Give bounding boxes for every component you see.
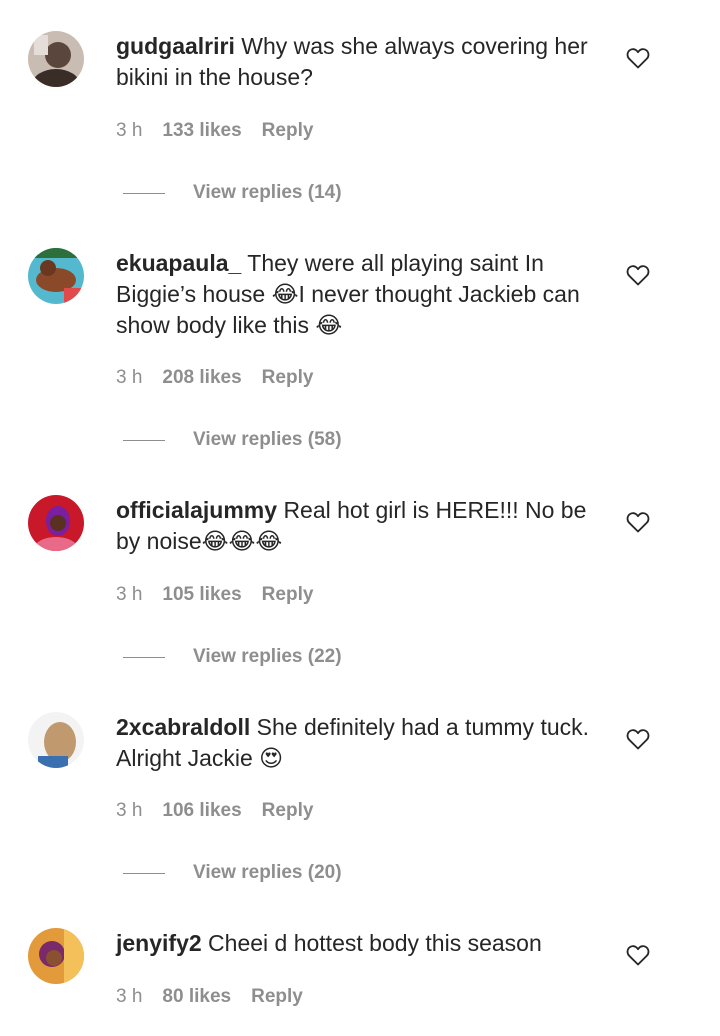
like-heart-icon[interactable] [626, 47, 650, 69]
replies-divider [123, 656, 165, 658]
comment-time: 3 h [116, 367, 143, 388]
view-replies-label: View replies (14) [193, 182, 342, 203]
comment-username[interactable]: gudgaalriri [116, 33, 235, 59]
view-replies-button[interactable]: View replies (22) [123, 645, 342, 669]
comment-likes[interactable]: 133 likes [162, 119, 241, 143]
comment-time: 3 h [116, 800, 143, 821]
comment-time: 3 h [116, 584, 143, 605]
comment-meta: 3 h 106 likes Reply [116, 799, 313, 823]
view-replies-button[interactable]: View replies (58) [123, 428, 342, 452]
comment-body: officialajummy Real hot girl is HERE!!! … [116, 495, 606, 557]
reply-button[interactable]: Reply [262, 366, 314, 390]
view-replies-button[interactable]: View replies (14) [123, 181, 342, 205]
comment-meta: 3 h 80 likes Reply [116, 985, 303, 1009]
like-heart-icon[interactable] [626, 944, 650, 966]
comment-meta: 3 h 208 likes Reply [116, 366, 313, 390]
comment-time: 3 h [116, 986, 143, 1007]
reply-button[interactable]: Reply [251, 985, 303, 1009]
comment-text: Cheei d hottest body this season [208, 930, 542, 956]
avatar[interactable] [28, 928, 84, 984]
reply-button[interactable]: Reply [262, 119, 314, 143]
replies-divider [123, 872, 165, 874]
like-heart-icon[interactable] [626, 511, 650, 533]
like-heart-icon[interactable] [626, 728, 650, 750]
comment-username[interactable]: 2xcabraldoll [116, 714, 250, 740]
comment-username[interactable]: jenyify2 [116, 930, 202, 956]
comment-username[interactable]: ekuapaula_ [116, 250, 241, 276]
comment-body: 2xcabraldoll She definitely had a tummy … [116, 712, 606, 774]
comment-username[interactable]: officialajummy [116, 497, 277, 523]
view-replies-button[interactable]: View replies (20) [123, 861, 342, 885]
comment-body: jenyify2 Cheei d hottest body this seaso… [116, 928, 606, 959]
like-heart-icon[interactable] [626, 264, 650, 286]
view-replies-label: View replies (22) [193, 646, 342, 667]
comment-body: gudgaalriri Why was she always covering … [116, 31, 606, 93]
replies-divider [123, 192, 165, 194]
comment-likes[interactable]: 208 likes [162, 366, 241, 390]
comment-time: 3 h [116, 120, 143, 141]
replies-divider [123, 439, 165, 441]
avatar[interactable] [28, 248, 84, 304]
view-replies-label: View replies (58) [193, 429, 342, 450]
comment-likes[interactable]: 106 likes [162, 799, 241, 823]
avatar[interactable] [28, 495, 84, 551]
comment-meta: 3 h 105 likes Reply [116, 583, 313, 607]
comment-likes[interactable]: 105 likes [162, 583, 241, 607]
view-replies-label: View replies (20) [193, 862, 342, 883]
reply-button[interactable]: Reply [262, 583, 314, 607]
avatar[interactable] [28, 712, 84, 768]
reply-button[interactable]: Reply [262, 799, 314, 823]
avatar[interactable] [28, 31, 84, 87]
comment-meta: 3 h 133 likes Reply [116, 119, 313, 143]
comment-body: ekuapaula_ They were all playing saint I… [116, 248, 606, 341]
comment-likes[interactable]: 80 likes [162, 985, 231, 1009]
